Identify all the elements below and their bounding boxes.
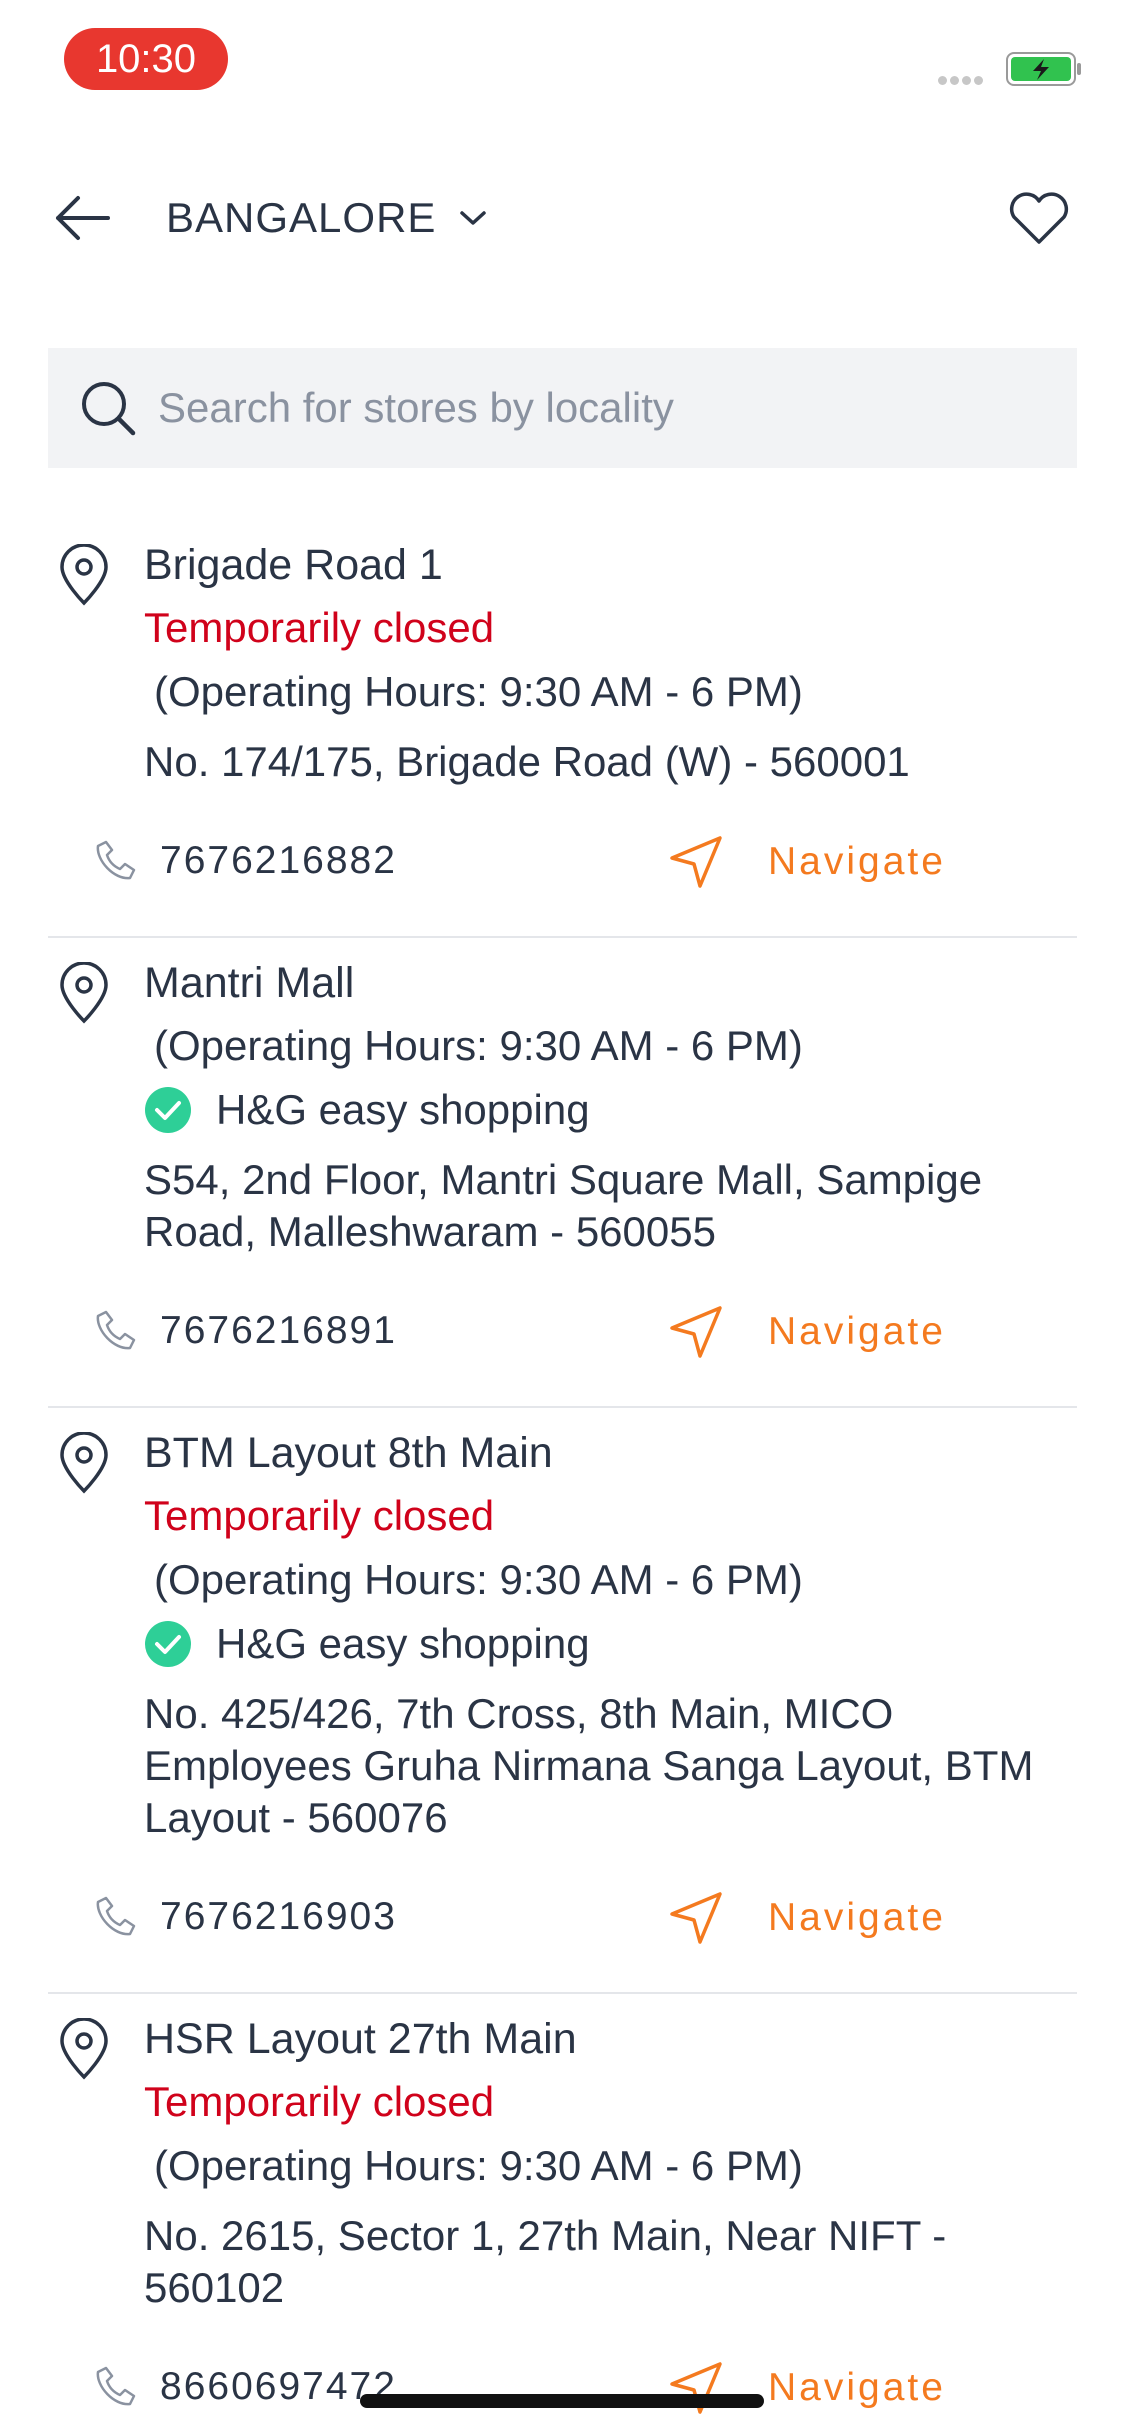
store-card[interactable]: HSR Layout 27th Main Temporarily closed …: [48, 1994, 1077, 2436]
navigate-label: Navigate: [768, 1896, 946, 1939]
store-name: Mantri Mall: [144, 959, 355, 1007]
call-button[interactable]: 8660697472: [92, 2364, 397, 2410]
signal-icon: [938, 72, 986, 90]
status-bar: 10:30: [0, 0, 1125, 130]
easy-shopping-badge: H&G easy shopping: [144, 1078, 1077, 1142]
location-pin-icon: [60, 962, 108, 1024]
status-time: 10:30: [64, 28, 228, 90]
header: BANGALORE: [0, 160, 1125, 270]
search-icon: [82, 382, 136, 436]
store-card[interactable]: Brigade Road 1 Temporarily closed (Opera…: [48, 520, 1077, 938]
check-circle-icon: [145, 1621, 191, 1667]
navigate-arrow-icon: [670, 1306, 722, 1358]
navigate-label: Navigate: [768, 1310, 946, 1353]
chevron-down-icon: [460, 211, 487, 225]
phone-icon: [96, 1896, 136, 1936]
location-pin-icon: [60, 1432, 108, 1494]
store-status: Temporarily closed: [144, 1492, 495, 1539]
call-button[interactable]: 7676216903: [92, 1894, 397, 1940]
location-pin-icon: [60, 2018, 108, 2080]
call-button[interactable]: 7676216882: [92, 838, 397, 884]
phone-number: 7676216891: [160, 1309, 397, 1352]
store-card[interactable]: Mantri Mall (Operating Hours: 9:30 AM - …: [48, 938, 1077, 1408]
call-button[interactable]: 7676216891: [92, 1308, 397, 1354]
navigate-button[interactable]: Navigate: [666, 1888, 946, 1948]
navigate-label: Navigate: [768, 840, 946, 883]
store-hours: (Operating Hours: 9:30 AM - 6 PM): [154, 1556, 803, 1603]
phone-number: 7676216903: [160, 1895, 397, 1938]
navigate-button[interactable]: Navigate: [666, 2358, 946, 2418]
navigate-arrow-icon: [670, 2362, 722, 2414]
search-bar[interactable]: [48, 348, 1077, 468]
heart-icon[interactable]: [1004, 188, 1074, 248]
location-pin-icon: [60, 544, 108, 606]
store-name: BTM Layout 8th Main: [144, 1429, 553, 1477]
home-indicator[interactable]: [360, 2394, 764, 2408]
navigate-button[interactable]: Navigate: [666, 1302, 946, 1362]
store-name: Brigade Road 1: [144, 541, 443, 589]
store-status: Temporarily closed: [144, 604, 495, 651]
store-address: No. 174/175, Brigade Road (W) - 560001: [144, 738, 910, 785]
store-hours: (Operating Hours: 9:30 AM - 6 PM): [154, 668, 803, 715]
phone-number: 7676216882: [160, 839, 397, 882]
search-input[interactable]: [158, 384, 1038, 432]
phone-icon: [96, 840, 136, 880]
city-label: BANGALORE: [166, 194, 437, 241]
navigate-button[interactable]: Navigate: [666, 832, 946, 892]
battery-icon: [1006, 52, 1081, 86]
store-card[interactable]: BTM Layout 8th Main Temporarily closed (…: [48, 1408, 1077, 1994]
city-selector[interactable]: BANGALORE: [166, 188, 488, 248]
back-arrow-icon[interactable]: [48, 188, 118, 248]
easy-shopping-label: H&G easy shopping: [216, 1086, 590, 1133]
check-circle-icon: [145, 1087, 191, 1133]
store-hours: (Operating Hours: 9:30 AM - 6 PM): [154, 2142, 803, 2189]
store-hours: (Operating Hours: 9:30 AM - 6 PM): [154, 1022, 803, 1069]
store-address: S54, 2nd Floor, Mantri Square Mall, Samp…: [144, 1156, 983, 1255]
easy-shopping-label: H&G easy shopping: [216, 1620, 590, 1667]
store-address: No. 425/426, 7th Cross, 8th Main, MICO E…: [144, 1690, 1034, 1841]
navigate-arrow-icon: [670, 836, 722, 888]
store-address: No. 2615, Sector 1, 27th Main, Near NIFT…: [144, 2212, 947, 2311]
navigate-arrow-icon: [670, 1892, 722, 1944]
easy-shopping-badge: H&G easy shopping: [144, 1612, 1077, 1676]
phone-icon: [96, 2366, 136, 2406]
phone-icon: [96, 1310, 136, 1350]
store-list: Brigade Road 1 Temporarily closed (Opera…: [0, 520, 1125, 2436]
navigate-label: Navigate: [768, 2366, 946, 2409]
store-status: Temporarily closed: [144, 2078, 495, 2125]
store-name: HSR Layout 27th Main: [144, 2015, 577, 2063]
